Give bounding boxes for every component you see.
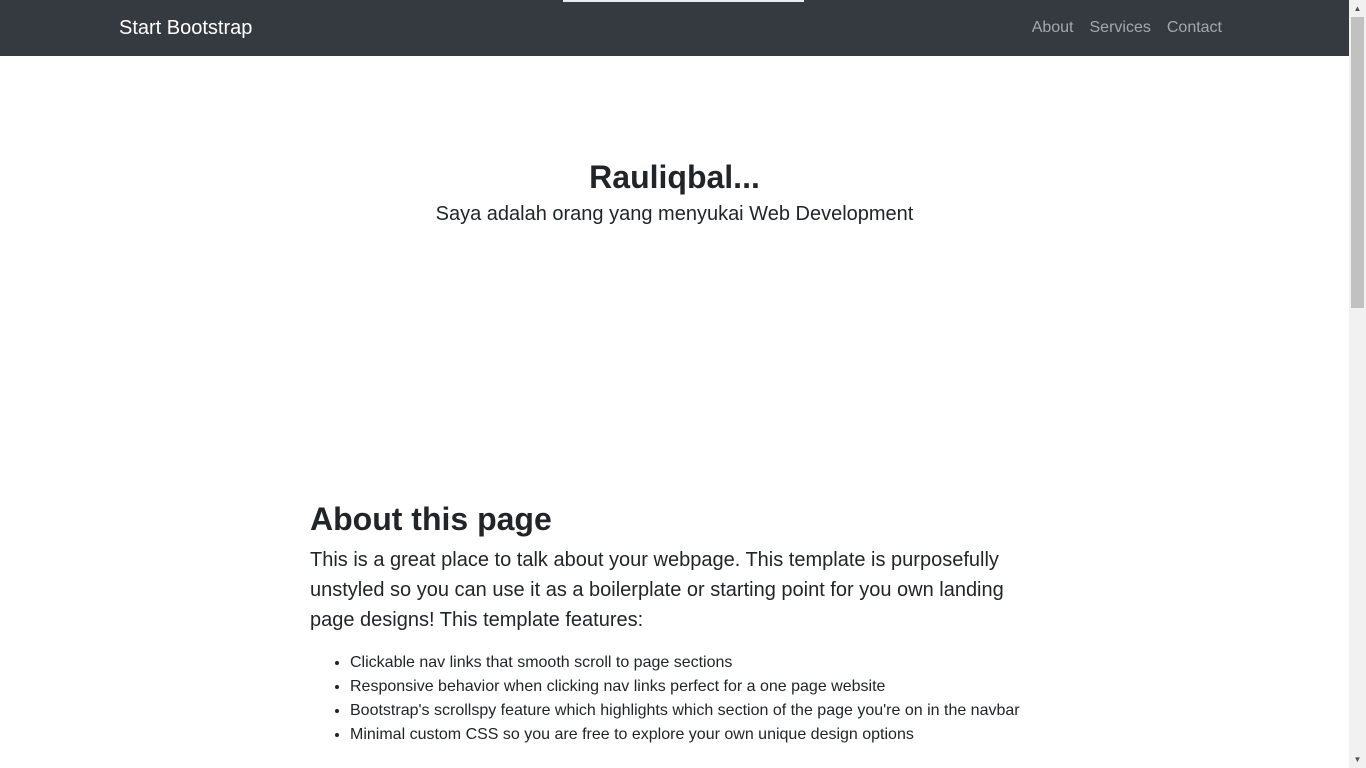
about-lead: This is a great place to talk about your… — [310, 549, 1004, 631]
hero-lead: Saya adalah orang yang menyukai Web Deve… — [435, 203, 914, 225]
about-section: About this page This is a great place to… — [310, 497, 1040, 747]
feature-list-item: Bootstrap's scrollspy feature which high… — [350, 699, 1040, 723]
feature-list-item: Responsive behavior when clicking nav li… — [350, 675, 1040, 699]
triangle-down-icon: ▼ — [1353, 755, 1362, 764]
vertical-scrollbar[interactable]: ▲ ▼ — [1349, 0, 1366, 768]
feature-list-item: Minimal custom CSS so you are free to ex… — [350, 723, 1040, 747]
browser-viewport: Start Bootstrap About Services Contact R… — [0, 0, 1366, 768]
feature-list: Clickable nav links that smooth scroll t… — [310, 651, 1040, 747]
page: Start Bootstrap About Services Contact R… — [0, 0, 1349, 768]
scrollbar-thumb[interactable] — [1351, 17, 1364, 308]
triangle-up-icon: ▲ — [1353, 4, 1362, 13]
nav-links: About Services Contact — [1032, 17, 1222, 39]
scroll-down-button[interactable]: ▼ — [1349, 751, 1366, 768]
hero-title: Rauliqbal... — [589, 159, 760, 195]
scroll-up-button[interactable]: ▲ — [1349, 0, 1366, 17]
hero-section: Rauliqbal... Saya adalah orang yang meny… — [0, 56, 1349, 228]
nav-link-about[interactable]: About — [1032, 17, 1074, 39]
navbar: Start Bootstrap About Services Contact — [0, 0, 1349, 56]
nav-link-services[interactable]: Services — [1090, 17, 1151, 39]
top-indicator-bar — [563, 0, 804, 2]
about-title: About this page — [310, 501, 552, 537]
navbar-brand[interactable]: Start Bootstrap — [119, 15, 252, 41]
nav-link-contact[interactable]: Contact — [1167, 17, 1222, 39]
feature-list-item: Clickable nav links that smooth scroll t… — [350, 651, 1040, 675]
